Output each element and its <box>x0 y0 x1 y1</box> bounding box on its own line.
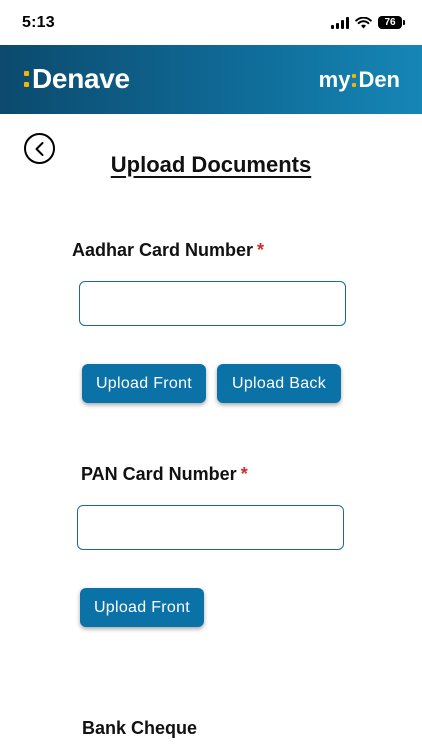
myden-prefix: my <box>318 67 351 92</box>
denave-logo: Denave <box>24 63 130 95</box>
pan-label: PAN Card Number * <box>81 464 248 485</box>
myden-logo: my Den <box>319 67 400 93</box>
status-bar: 5:13 76 <box>0 0 422 45</box>
logo-dots-icon <box>352 73 357 87</box>
aadhar-upload-front-button[interactable]: Upload Front <box>82 364 206 403</box>
page-title: Upload Documents <box>110 152 312 177</box>
brand-name: Denave <box>32 63 130 94</box>
aadhar-upload-back-button[interactable]: Upload Back <box>217 364 341 403</box>
bank-cheque-label: Bank Cheque <box>82 718 198 738</box>
battery-icon: 76 <box>378 16 405 29</box>
app-header: Denave my Den <box>0 45 422 114</box>
pan-label-text: PAN Card Number <box>81 464 237 484</box>
pan-number-input[interactable] <box>77 505 344 550</box>
status-indicators: 76 <box>331 16 405 29</box>
aadhar-label: Aadhar Card Number * <box>72 240 264 261</box>
status-time: 5:13 <box>22 14 55 31</box>
pan-upload-front-button[interactable]: Upload Front <box>80 588 204 627</box>
logo-dots-icon <box>24 71 29 87</box>
wifi-icon <box>355 16 372 28</box>
required-mark: * <box>240 464 248 484</box>
myden-suffix: Den <box>358 67 400 92</box>
aadhar-number-input[interactable] <box>79 281 346 326</box>
required-mark: * <box>257 240 265 260</box>
aadhar-label-text: Aadhar Card Number <box>72 240 254 260</box>
upload-documents-screen: 5:13 76 Denave my Den Upload Documents A… <box>0 0 422 750</box>
cellular-signal-icon <box>331 16 349 29</box>
